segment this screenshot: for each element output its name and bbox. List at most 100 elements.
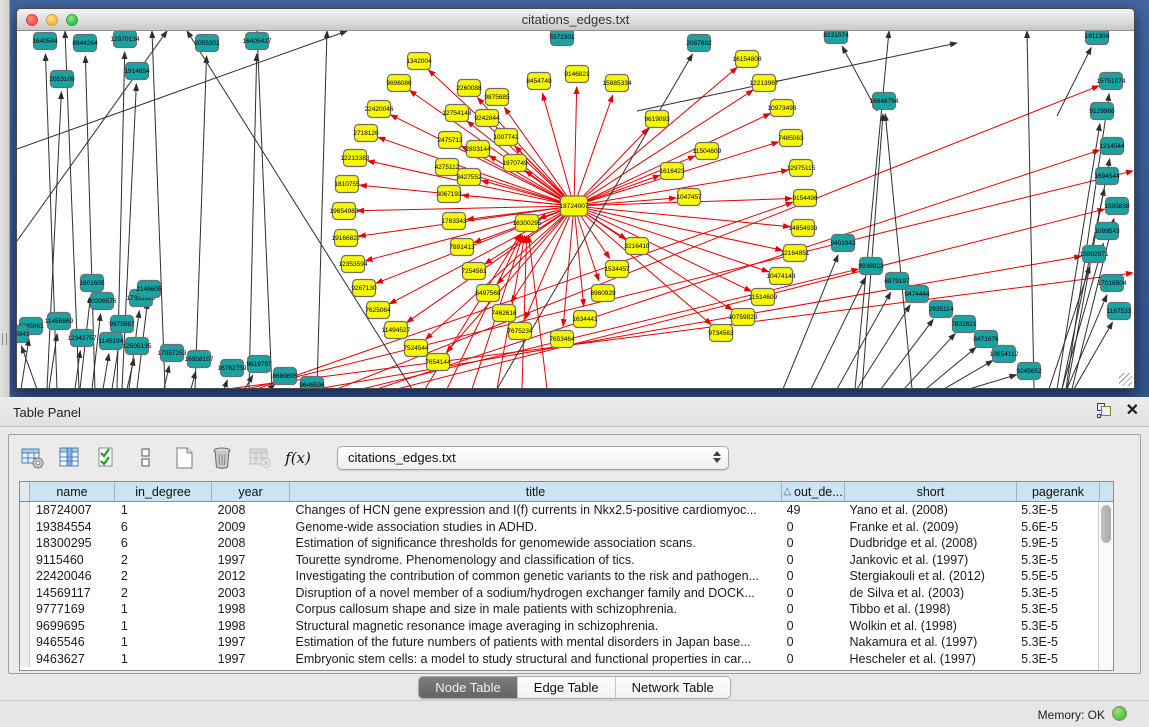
table-cell[interactable]: 9463627 (30, 651, 115, 668)
network-edge[interactable] (885, 114, 912, 388)
table-cell[interactable]: Nakamura et al. (1997) (843, 634, 1015, 651)
table-cell[interactable]: 1998 (212, 618, 290, 635)
close-panel-icon[interactable]: ✕ (1126, 403, 1139, 418)
network-edge[interactable] (584, 208, 783, 250)
tab-edge-table[interactable]: Edge Table (518, 677, 616, 698)
table-cell[interactable]: Stergiakouli et al. (2012) (843, 568, 1015, 585)
table-row[interactable]: 1938455462009Genome-wide association stu… (20, 519, 1098, 536)
network-edge[interactable] (926, 347, 976, 388)
table-cell[interactable]: 2008 (212, 502, 290, 519)
tab-network-table[interactable]: Network Table (616, 677, 730, 698)
table-cell[interactable]: 5.3E-5 (1015, 601, 1098, 618)
network-edge[interactable] (357, 206, 564, 211)
table-cell[interactable]: 9115460 (30, 552, 115, 569)
table-cell[interactable]: 2 (115, 568, 212, 585)
table-cell[interactable]: 0 (781, 634, 844, 651)
network-edge[interactable] (574, 87, 576, 196)
table-row[interactable]: 946554611997Estimation of the future num… (20, 634, 1098, 651)
table-cell[interactable]: 6 (115, 535, 212, 552)
table-cell[interactable]: 22420046 (30, 568, 115, 585)
rows-icon[interactable] (133, 445, 159, 471)
table-cell[interactable]: 0 (781, 568, 844, 585)
column-header-in_degree[interactable]: in_degree (115, 482, 212, 501)
table-cell[interactable]: 5.3E-5 (1015, 552, 1098, 569)
table-cell[interactable]: 5.3E-5 (1015, 634, 1098, 651)
delete-trash-icon[interactable] (209, 445, 235, 471)
select-columns-icon[interactable] (95, 445, 121, 471)
table-cell[interactable]: 1 (115, 634, 212, 651)
table-cell[interactable]: 2 (115, 585, 212, 602)
scrollbar-thumb[interactable] (1101, 505, 1111, 543)
table-cell[interactable]: Genome-wide association studies in ADHD. (290, 519, 781, 536)
column-header-pagerank[interactable]: pagerank (1017, 482, 1100, 501)
network-edge[interactable] (152, 31, 165, 388)
column-header-out_de[interactable]: △out_de... (782, 482, 845, 501)
resize-grip[interactable] (1119, 373, 1132, 386)
table-row[interactable]: 1830029562008Estimation of significance … (20, 535, 1098, 552)
table-cell[interactable]: 1 (115, 651, 212, 668)
table-cell[interactable]: 0 (781, 601, 844, 618)
table-cell[interactable]: 1998 (212, 601, 290, 618)
table-row[interactable]: 911546021997Tourette syndrome. Phenomeno… (20, 552, 1098, 569)
network-edge[interactable] (904, 334, 955, 388)
table-cell[interactable]: Tourette syndrome. Phenomenology and cla… (290, 552, 781, 569)
network-edge[interactable] (583, 175, 659, 202)
table-cell[interactable]: 1997 (212, 634, 290, 651)
table-cell[interactable]: Changes of HCN gene expression and I(f) … (290, 502, 781, 519)
table-cell[interactable]: Structural magnetic resonance image aver… (290, 618, 781, 635)
table-cell[interactable]: 9699695 (30, 618, 115, 635)
table-cell[interactable]: de Silva et al. (2003) (843, 585, 1015, 602)
table-cell[interactable]: 9465546 (30, 634, 115, 651)
network-edge[interactable] (837, 292, 891, 388)
table-cell[interactable]: Disruption of a novel member of a sodium… (290, 585, 781, 602)
table-cell[interactable]: 0 (781, 552, 844, 569)
network-edge[interactable] (103, 354, 109, 388)
table-cell[interactable]: 14569117 (30, 585, 115, 602)
vertical-scrollbar[interactable] (1098, 502, 1113, 670)
table-cell[interactable]: 1997 (212, 552, 290, 569)
table-cell[interactable]: 5.3E-5 (1015, 585, 1098, 602)
network-edge[interactable] (584, 207, 790, 227)
network-edge[interactable] (257, 31, 272, 388)
network-edge[interactable] (522, 236, 527, 388)
network-edge[interactable] (21, 346, 37, 388)
network-edge[interactable] (187, 31, 412, 388)
column-header-title[interactable]: title (290, 482, 782, 501)
window-titlebar[interactable]: citations_edges.txt (17, 9, 1134, 31)
network-edge[interactable] (249, 54, 257, 388)
table-cell[interactable]: 18724007 (30, 502, 115, 519)
table-cell[interactable]: 1 (115, 502, 212, 519)
network-canvas[interactable]: 1872400718300295134200498960862242004627… (17, 31, 1134, 388)
network-edge[interactable] (582, 90, 753, 201)
table-select-dropdown[interactable]: citations_edges.txt (337, 446, 729, 470)
insert-column-icon[interactable] (57, 445, 83, 471)
network-edge[interactable] (637, 43, 957, 111)
network-edge[interactable] (577, 95, 612, 196)
column-header-short[interactable]: short (845, 482, 1017, 501)
table-cell[interactable]: Tibbo et al. (1998) (843, 601, 1015, 618)
table-cell[interactable]: 1 (115, 618, 212, 635)
table-cell[interactable]: Corpus callosum shape and size in male p… (290, 601, 781, 618)
new-document-icon[interactable] (171, 445, 197, 471)
network-edge[interactable] (127, 359, 134, 388)
table-cell[interactable]: 5.9E-5 (1015, 535, 1098, 552)
column-header-year[interactable]: year (212, 482, 290, 501)
network-edge[interactable] (317, 31, 327, 388)
float-panel-icon[interactable] (1097, 403, 1112, 418)
table-cell[interactable]: 5.6E-5 (1015, 519, 1098, 536)
table-cell[interactable]: 2003 (212, 585, 290, 602)
table-cell[interactable]: 19384554 (30, 519, 115, 536)
tab-node-table[interactable]: Node Table (419, 677, 518, 698)
table-cell[interactable]: 0 (781, 651, 844, 668)
control-panel-splitter[interactable] (0, 0, 10, 397)
table-cell[interactable]: Jankovic et al. (1997) (843, 552, 1015, 569)
table-cell[interactable]: 1997 (212, 651, 290, 668)
table-cell[interactable]: 0 (781, 535, 844, 552)
table-cell[interactable]: 5.3E-5 (1015, 618, 1098, 635)
network-edge[interactable] (1074, 322, 1113, 388)
table-cell[interactable]: 1 (115, 601, 212, 618)
table-row[interactable]: 1872400712008Changes of HCN gene express… (20, 502, 1098, 519)
table-cell[interactable]: 5.3E-5 (1015, 502, 1098, 519)
table-row[interactable]: 1456911722003Disruption of a novel membe… (20, 585, 1098, 602)
table-cell[interactable]: 0 (781, 618, 844, 635)
